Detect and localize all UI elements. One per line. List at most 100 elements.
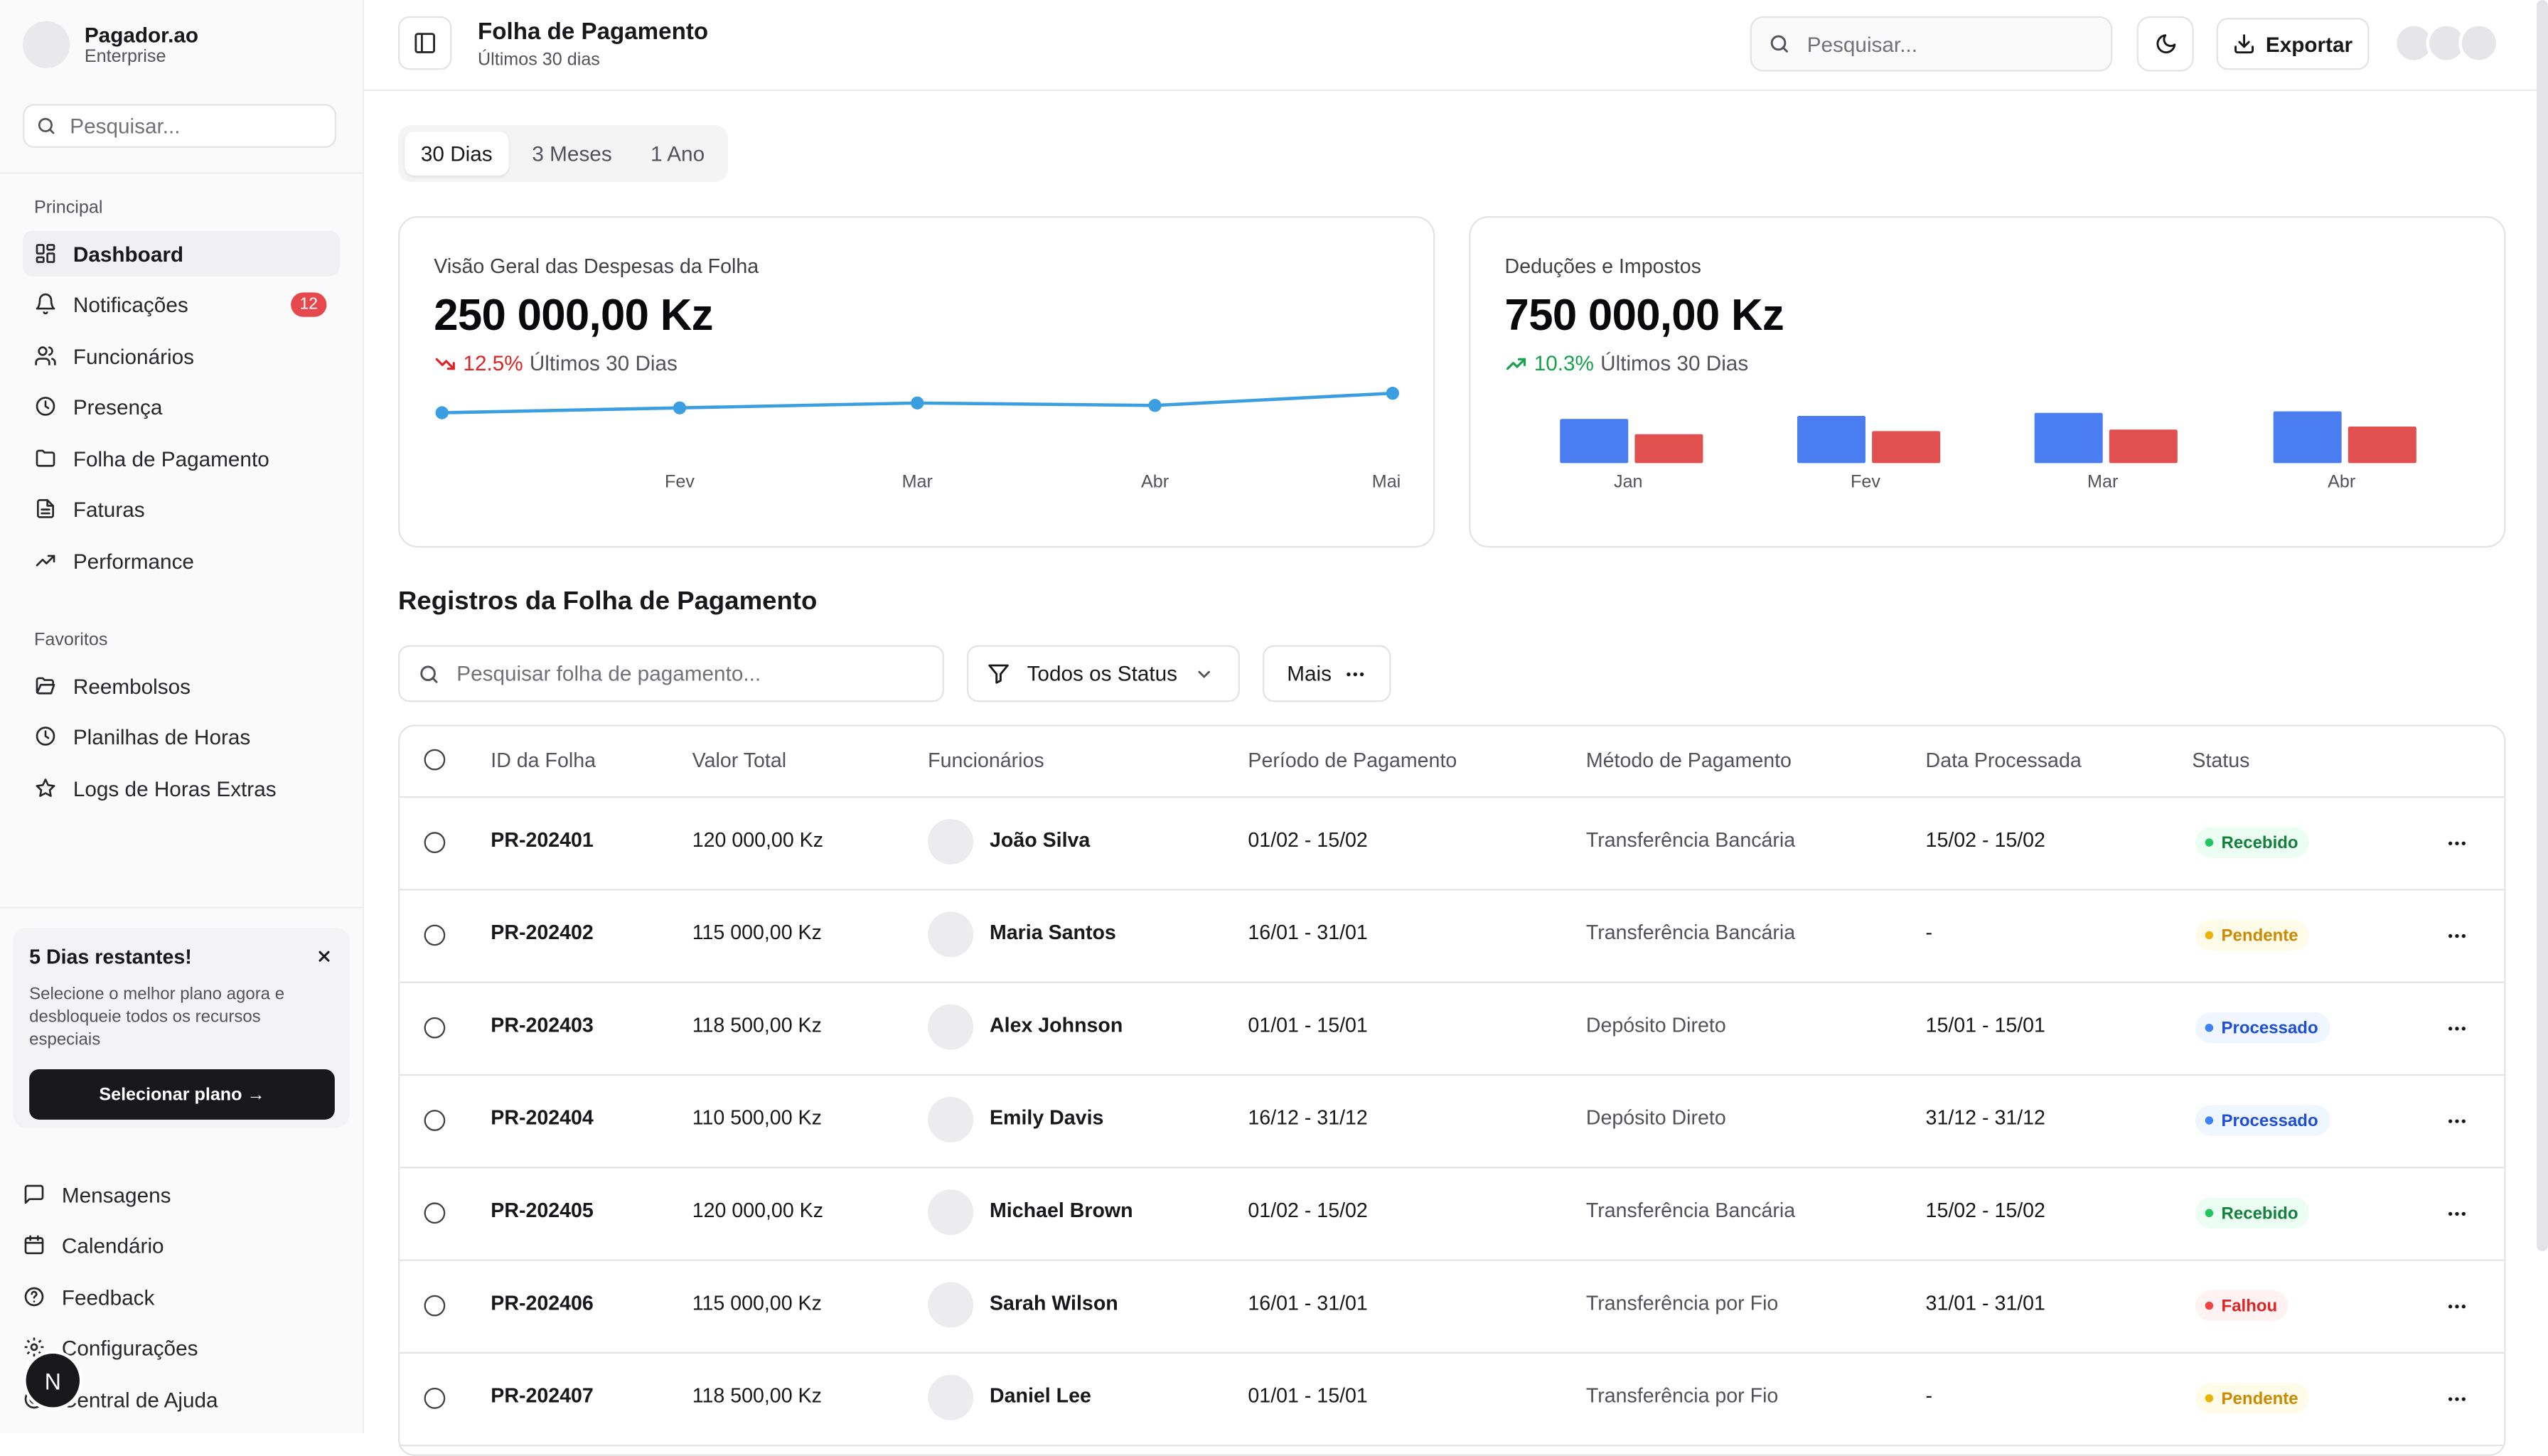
processed-date: 31/01 - 31/01 — [1925, 1292, 2045, 1315]
file-text-icon — [34, 497, 57, 520]
row-select-radio[interactable] — [424, 1387, 446, 1409]
table-row[interactable]: PR-202401 120 000,00 Kz João Silva 01/02 - … — [400, 796, 2505, 891]
status-label: Pendente — [2221, 925, 2298, 946]
sidebar-item-calendar[interactable]: Calendário — [23, 1227, 164, 1263]
payroll-search[interactable] — [397, 645, 944, 702]
row-actions-button[interactable] — [2439, 1381, 2475, 1417]
select-all-radio[interactable] — [424, 749, 446, 771]
column-header[interactable]: Período de Pagamento — [1248, 749, 1457, 772]
sidebar-item-notifications[interactable]: Notificações 12 — [23, 281, 340, 326]
sidebar-item-reimbursements[interactable]: Reembolsos — [23, 663, 340, 709]
employee-name: Michael Brown — [989, 1199, 1133, 1222]
column-header[interactable]: Data Processada — [1926, 749, 2082, 772]
sidebar-item-performance[interactable]: Performance — [23, 538, 340, 584]
column-header[interactable]: Valor Total — [692, 749, 786, 772]
team-avatars[interactable] — [2393, 22, 2507, 65]
column-header[interactable]: Funcionários — [928, 749, 1044, 772]
table-row[interactable]: PR-202404 110 500,00 Kz Emily Davis 16/12 -… — [400, 1074, 2505, 1169]
table-row[interactable]: PR-202407 118 500,00 Kz Daniel Lee 01/01 - … — [400, 1352, 2505, 1447]
download-icon — [2233, 33, 2256, 55]
sidebar-search[interactable] — [22, 104, 337, 148]
table-header: ID da Folha Valor Total Funcionários Per… — [400, 727, 2505, 798]
more-button[interactable]: Mais — [1262, 645, 1391, 702]
sidebar-item-invoices[interactable]: Faturas — [23, 486, 340, 531]
column-header[interactable]: Método de Pagamento — [1586, 749, 1792, 772]
row-select-radio[interactable] — [424, 1202, 446, 1224]
bar — [2348, 426, 2416, 464]
sidebar-item-label: Logs de Horas Extras — [73, 776, 277, 801]
row-select-radio[interactable] — [424, 1295, 446, 1317]
select-plan-button[interactable]: Selecionar plano → — [29, 1069, 335, 1120]
avatar — [928, 911, 974, 958]
header-search-input[interactable] — [1804, 30, 2087, 58]
tab-1-year[interactable]: 1 Ano — [636, 132, 720, 176]
status-label: Pendente — [2221, 1388, 2298, 1408]
filter-icon — [986, 661, 1010, 685]
sidebar-item-employees[interactable]: Funcionários — [23, 333, 340, 379]
row-actions-button[interactable] — [2439, 1011, 2475, 1046]
status-dot — [2205, 1209, 2214, 1217]
sidebar-item-overtime-logs[interactable]: Logs de Horas Extras — [23, 766, 340, 811]
sidebar-item-dashboard[interactable]: Dashboard — [22, 230, 340, 277]
data-point — [1386, 386, 1399, 400]
payroll-search-input[interactable] — [453, 659, 915, 687]
grid-icon — [34, 242, 57, 265]
page-scrollbar[interactable] — [2536, 0, 2548, 1251]
panel-left-icon — [413, 31, 437, 55]
export-button[interactable]: Exportar — [2216, 18, 2370, 70]
tab-3-months[interactable]: 3 Meses — [515, 132, 629, 176]
tick-label: Jan — [1614, 472, 1643, 492]
sidebar-item-timesheets[interactable]: Planilhas de Horas — [23, 713, 340, 759]
column-header[interactable]: ID da Folha — [491, 749, 596, 772]
user-avatar[interactable]: N — [26, 1353, 80, 1408]
row-actions-button[interactable] — [2439, 825, 2475, 861]
row-select-radio[interactable] — [424, 924, 446, 946]
sidebar-item-label: Feedback — [61, 1284, 155, 1310]
close-icon[interactable] — [312, 944, 335, 967]
row-actions-button[interactable] — [2439, 1103, 2475, 1139]
sidebar-item-feedback[interactable]: Feedback — [23, 1279, 154, 1315]
status-filter-label: Todos os Status — [1027, 661, 1177, 686]
header-search[interactable] — [1750, 16, 2113, 72]
sidebar-item-label: Mensagens — [61, 1182, 171, 1207]
sidebar-item-label: Folha de Pagamento — [73, 446, 269, 471]
processed-date: - — [1925, 921, 1933, 944]
total-amount: 115 000,00 Kz — [692, 921, 822, 944]
status-badge: Pendente — [2195, 1383, 2310, 1414]
pay-period: 01/02 - 15/02 — [1248, 1199, 1368, 1222]
sidebar-item-attendance[interactable]: Presença — [23, 383, 340, 429]
processed-date: 31/12 - 31/12 — [1925, 1106, 2045, 1130]
row-select-radio[interactable] — [424, 832, 446, 853]
avatar — [928, 1282, 974, 1328]
row-select-radio[interactable] — [424, 1017, 446, 1039]
pay-period: 16/12 - 31/12 — [1248, 1106, 1368, 1130]
tab-30-days[interactable]: 30 Dias — [405, 132, 509, 176]
theme-toggle-button[interactable] — [2136, 16, 2194, 72]
status-dot — [2205, 1301, 2214, 1310]
status-filter-select[interactable]: Todos os Status — [966, 645, 1240, 702]
row-select-radio[interactable] — [424, 1110, 446, 1131]
row-actions-button[interactable] — [2439, 1196, 2475, 1231]
sidebar-item-messages[interactable]: Mensagens — [23, 1177, 171, 1212]
row-actions-button[interactable] — [2439, 1289, 2475, 1324]
table-row[interactable]: PR-202403 118 500,00 Kz Alex Johnson 01/01 … — [400, 982, 2505, 1076]
table-row[interactable]: PR-202402 115 000,00 Kz Maria Santos 16/01 … — [400, 889, 2505, 983]
row-actions-button[interactable] — [2439, 918, 2475, 953]
brand[interactable]: Pagador.ao Enterprise — [22, 21, 198, 68]
status-dot — [2205, 1116, 2214, 1125]
table-row[interactable]: PR-202406 115 000,00 Kz Sarah Wilson 16/01 … — [400, 1259, 2505, 1354]
payment-method: Transferência Bancária — [1585, 921, 1796, 944]
column-header[interactable]: Status — [2192, 749, 2249, 772]
pay-period: 16/01 - 31/01 — [1248, 921, 1368, 944]
avatar[interactable] — [2458, 22, 2500, 64]
more-horizontal-icon — [2446, 1295, 2468, 1318]
employee-name: João Silva — [989, 828, 1091, 852]
promo-text: Selecione o melhor plano agora e desbloq… — [29, 985, 285, 1050]
sidebar-toggle-button[interactable] — [397, 16, 452, 70]
sidebar-item-payroll[interactable]: Folha de Pagamento — [23, 436, 340, 481]
sidebar-search-input[interactable] — [66, 112, 317, 140]
table-row[interactable]: PR-202405 120 000,00 Kz Michael Brown 01/02… — [400, 1167, 2505, 1261]
pay-period: 01/01 - 15/01 — [1248, 1014, 1368, 1037]
sidebar-item-label: Configurações — [61, 1334, 198, 1359]
more-label: Mais — [1287, 661, 1332, 686]
